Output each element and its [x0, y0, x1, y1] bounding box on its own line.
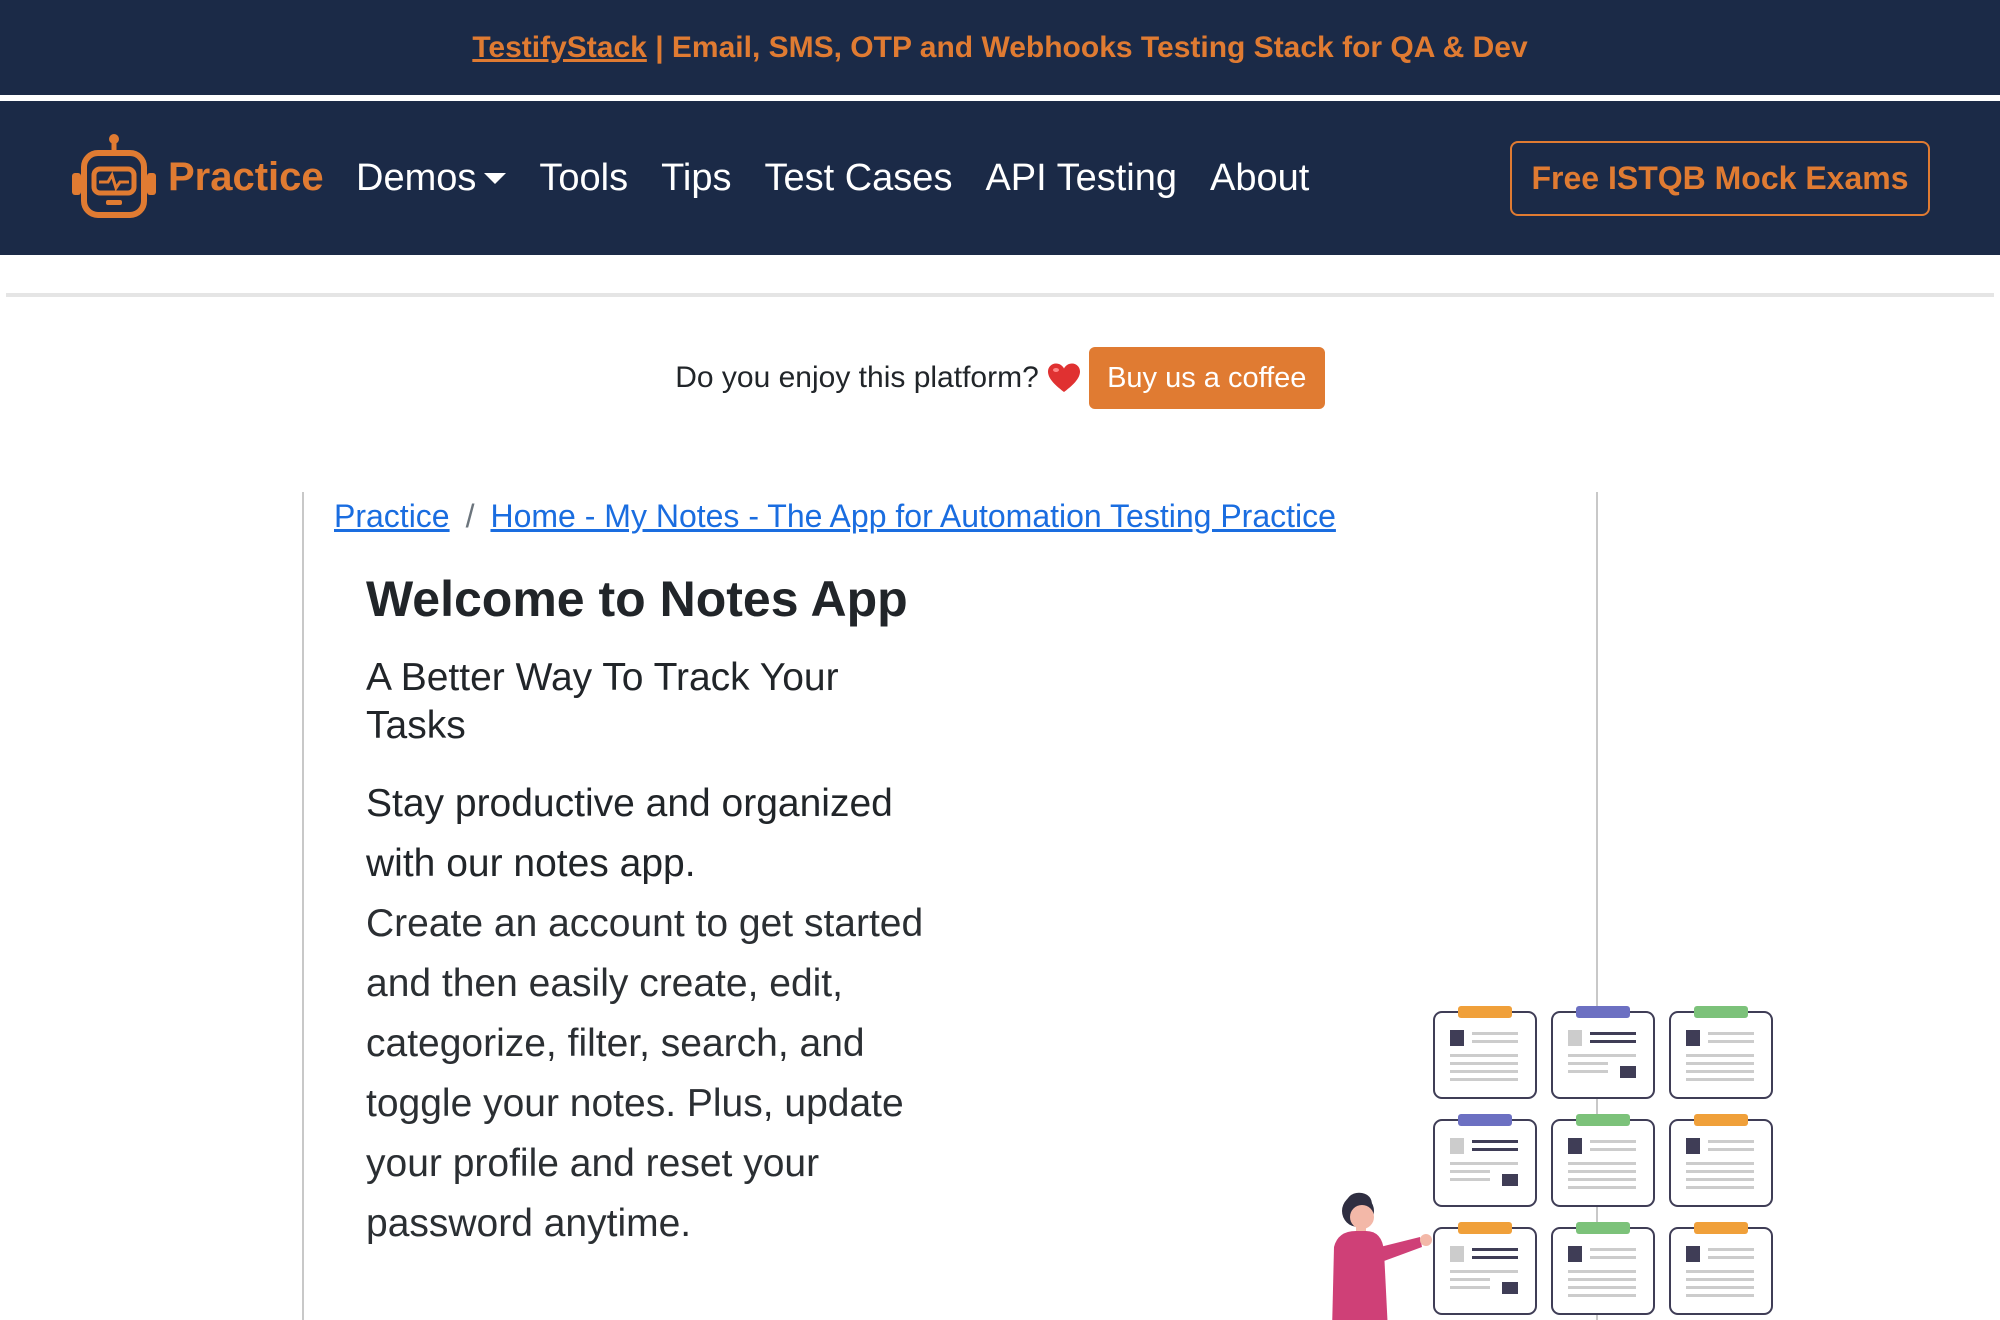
- breadcrumb-separator: /: [465, 498, 475, 534]
- lead-text: Stay productive and organized with our n…: [366, 782, 893, 885]
- nav-item-label: API Testing: [985, 156, 1177, 199]
- page-title: Welcome to Notes App: [366, 571, 908, 627]
- nav-item-demos[interactable]: Demos: [356, 156, 507, 200]
- main-navbar: Practice Demos Tools Tips Test Cases API…: [0, 101, 2000, 255]
- nav-item-label: Tools: [539, 156, 629, 199]
- breadcrumb: Practice / Home - My Notes - The App for…: [334, 498, 1336, 535]
- promo-banner: TestifyStack | Email, SMS, OTP and Webho…: [0, 0, 2000, 95]
- nav-item-tips[interactable]: Tips: [661, 157, 731, 200]
- page-subtitle: A Better Way To Track Your Tasks: [366, 656, 839, 747]
- nav-item-api-testing[interactable]: API Testing: [985, 157, 1177, 200]
- testifystack-link[interactable]: TestifyStack: [472, 31, 647, 65]
- heart-icon: [1047, 363, 1080, 392]
- nav-item-test-cases[interactable]: Test Cases: [764, 157, 952, 200]
- nav-item-label: Test Cases: [764, 156, 953, 199]
- notes-illustration: [1332, 1006, 1773, 1320]
- section-divider: [6, 293, 1994, 297]
- promo-banner-text: | Email, SMS, OTP and Webhooks Testing S…: [646, 30, 1528, 64]
- nav-item-label: About: [1209, 156, 1310, 199]
- brand-name: Practice: [168, 154, 324, 199]
- main-content: Practice / Home - My Notes - The App for…: [302, 492, 1773, 1320]
- caret-down-icon: [484, 172, 507, 184]
- istqb-mock-exams-button[interactable]: Free ISTQB Mock Exams: [1510, 141, 1930, 216]
- breadcrumb-practice-link[interactable]: Practice: [334, 498, 450, 535]
- description-text: Create an account to get started and the…: [366, 902, 924, 1245]
- buy-coffee-button[interactable]: Buy us a coffee: [1088, 347, 1325, 409]
- support-bar: Do you enjoy this platform? Buy us a cof…: [0, 346, 2000, 410]
- brand-link[interactable]: Practice: [68, 131, 324, 223]
- nav-item-label: Tips: [661, 156, 732, 199]
- support-question: Do you enjoy this platform?: [675, 361, 1039, 394]
- nav-item-about[interactable]: About: [1210, 157, 1309, 200]
- breadcrumb-home-link[interactable]: Home - My Notes - The App for Automation…: [490, 498, 1335, 535]
- robot-logo-icon: [72, 134, 156, 218]
- nav-item-tools[interactable]: Tools: [539, 157, 628, 200]
- nav-item-label: Demos: [356, 156, 477, 199]
- nav-menu: Demos Tools Tips Test Cases API Testing …: [356, 101, 1342, 255]
